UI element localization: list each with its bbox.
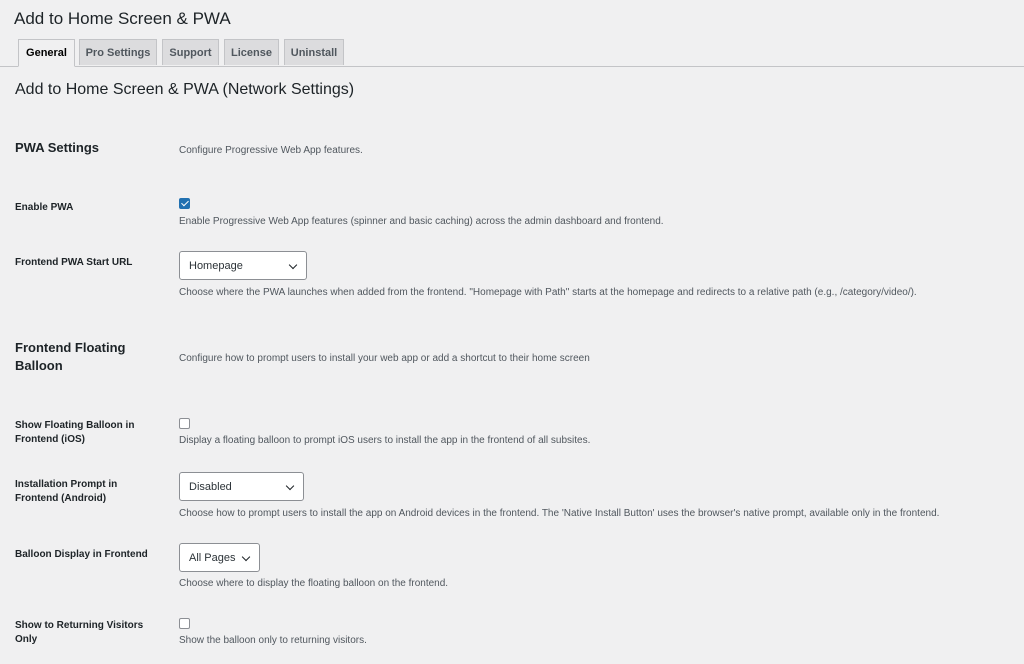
section-title-balloon: Frontend Floating Balloon (15, 340, 126, 373)
chevron-down-icon (288, 260, 298, 270)
returning-visitors-description: Show the balloon only to returning visit… (179, 635, 367, 646)
balloon-display-description: Choose where to display the floating bal… (179, 578, 449, 589)
section-description-balloon: Configure how to prompt users to install… (179, 353, 590, 364)
start-url-description: Choose where the PWA launches when added… (179, 287, 917, 298)
returning-visitors-checkbox[interactable] (179, 618, 190, 629)
android-prompt-selected-value: Disabled (189, 480, 232, 493)
page-heading: Add to Home Screen & PWA (Network Settin… (15, 81, 355, 98)
section-title-pwa: PWA Settings (15, 140, 100, 155)
start-url-label: Frontend PWA Start URL (15, 257, 133, 268)
android-prompt-description: Choose how to prompt users to install th… (179, 508, 940, 519)
show-ios-label: Show Floating Balloon in Frontend (iOS) (15, 420, 135, 445)
chevron-down-icon (285, 481, 295, 491)
balloon-display-select[interactable]: All Pages (179, 543, 260, 572)
start-url-select[interactable]: Homepage (179, 251, 307, 280)
settings-tabs: General Pro Settings Support License Uni… (0, 39, 1024, 67)
returning-visitors-label: Show to Returning Visitors Only (15, 620, 144, 645)
tab-support[interactable]: Support (162, 39, 219, 65)
tab-license[interactable]: License (224, 39, 279, 65)
show-ios-description: Display a floating balloon to prompt iOS… (179, 435, 591, 446)
section-description-pwa: Configure Progressive Web App features. (179, 145, 363, 156)
tab-general[interactable]: General (18, 39, 75, 67)
balloon-display-selected-value: All Pages (189, 551, 236, 564)
enable-pwa-checkbox[interactable] (179, 198, 190, 209)
tab-pro-settings[interactable]: Pro Settings (79, 39, 157, 65)
android-prompt-label: Installation Prompt in Frontend (Android… (15, 479, 118, 504)
tab-uninstall[interactable]: Uninstall (284, 39, 344, 65)
app-title: Add to Home Screen & PWA (14, 9, 231, 28)
enable-pwa-description: Enable Progressive Web App features (spi… (179, 216, 664, 227)
show-ios-checkbox[interactable] (179, 418, 190, 429)
android-prompt-select[interactable]: Disabled (179, 472, 304, 501)
enable-pwa-label: Enable PWA (15, 202, 74, 213)
balloon-display-label: Balloon Display in Frontend (15, 549, 148, 560)
start-url-selected-value: Homepage (189, 259, 243, 272)
chevron-down-icon (241, 552, 251, 562)
